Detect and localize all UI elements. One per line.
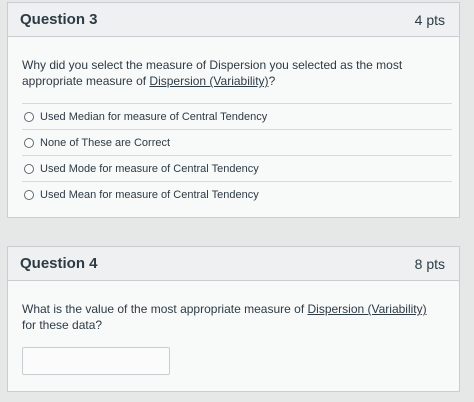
question-3-answers: Used Median for measure of Central Tende… — [22, 103, 452, 207]
question-3-title: Question 3 — [20, 11, 98, 28]
dispersion-link[interactable]: Dispersion (Variability) — [307, 302, 426, 316]
answer-label: None of These are Correct — [40, 136, 171, 149]
question-3-points: 4 pts — [414, 11, 445, 28]
answer-label: Used Mean for measure of Central Tendenc… — [40, 188, 259, 201]
radio-button[interactable] — [24, 163, 34, 174]
answer-input[interactable] — [22, 347, 170, 375]
question-4-card: Question 4 8 pts What is the value of th… — [7, 246, 460, 392]
answer-option[interactable]: None of These are Correct — [22, 129, 452, 155]
radio-button[interactable] — [24, 137, 34, 148]
radio-button[interactable] — [24, 189, 34, 200]
question-3-header: Question 3 4 pts — [8, 3, 459, 37]
answer-option[interactable]: Used Median for measure of Central Tende… — [22, 103, 452, 129]
answer-label: Used Median for measure of Central Tende… — [40, 110, 268, 123]
answer-label: Used Mode for measure of Central Tendenc… — [40, 162, 259, 175]
question-4-title: Question 4 — [20, 255, 98, 272]
answer-option[interactable]: Used Mean for measure of Central Tendenc… — [22, 181, 452, 207]
question-3-card: Question 3 4 pts Why did you select the … — [7, 2, 460, 218]
question-4-points: 8 pts — [414, 255, 445, 272]
question-3-text: Why did you select the measure of Disper… — [22, 58, 403, 88]
question-4-text: What is the value of the most appropriat… — [22, 302, 427, 332]
question-4-header: Question 4 8 pts — [8, 247, 459, 281]
answer-option[interactable]: Used Mode for measure of Central Tendenc… — [22, 155, 452, 181]
dispersion-link[interactable]: Dispersion (Variability) — [149, 74, 268, 88]
radio-button[interactable] — [24, 111, 34, 122]
